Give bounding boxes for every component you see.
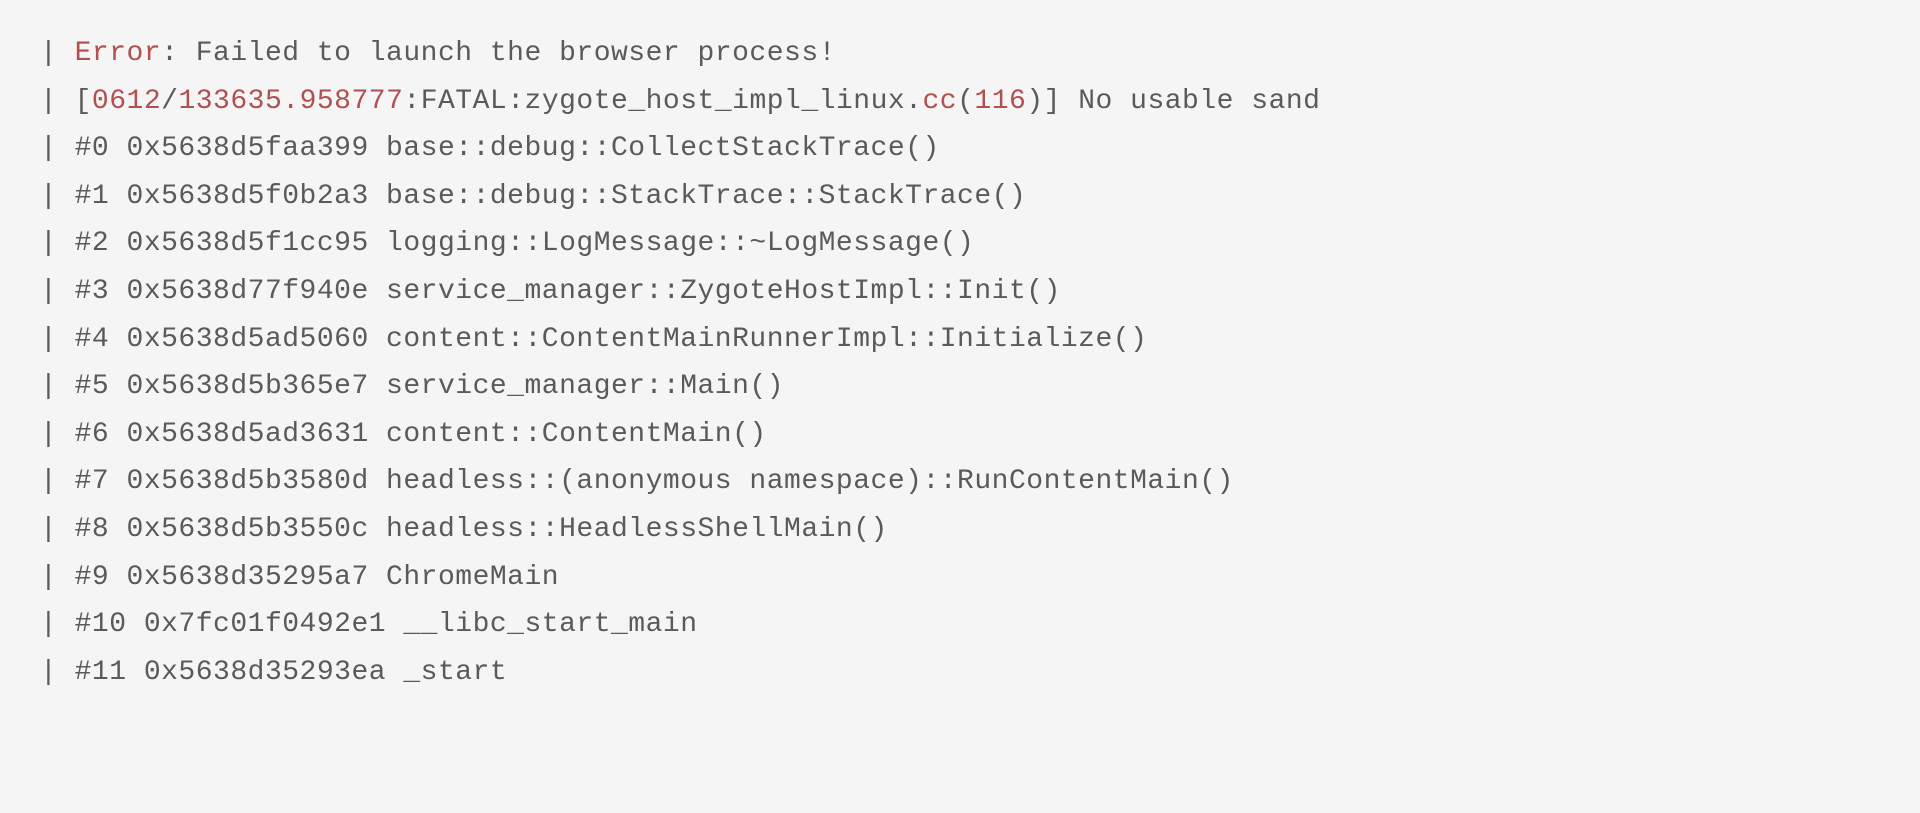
line-prefix: | <box>40 419 75 450</box>
log-line-6: | #4 0x5638d5ad5060 content::ContentMain… <box>40 316 1920 364</box>
log-segment: #6 0x5638d5ad3631 content::ContentMain() <box>75 419 767 450</box>
log-line-10: | #8 0x5638d5b3550c headless::HeadlessSh… <box>40 506 1920 554</box>
line-prefix: | <box>40 38 75 69</box>
log-line-9: | #7 0x5638d5b3580d headless::(anonymous… <box>40 458 1920 506</box>
log-line-0: | Error: Failed to launch the browser pr… <box>40 30 1920 78</box>
log-segment: 0612 <box>92 86 161 117</box>
log-segment: [ <box>75 86 92 117</box>
log-segment: ( <box>957 86 974 117</box>
log-line-3: | #1 0x5638d5f0b2a3 base::debug::StackTr… <box>40 173 1920 221</box>
log-segment: #11 0x5638d35293ea _start <box>75 657 508 688</box>
log-line-4: | #2 0x5638d5f1cc95 logging::LogMessage:… <box>40 220 1920 268</box>
log-segment: #10 0x7fc01f0492e1 __libc_start_main <box>75 609 698 640</box>
log-segment: 133635.958777 <box>178 86 403 117</box>
line-prefix: | <box>40 86 75 117</box>
line-prefix: | <box>40 466 75 497</box>
log-segment: #1 0x5638d5f0b2a3 base::debug::StackTrac… <box>75 181 1027 212</box>
line-prefix: | <box>40 609 75 640</box>
log-line-2: | #0 0x5638d5faa399 base::debug::Collect… <box>40 125 1920 173</box>
line-prefix: | <box>40 181 75 212</box>
log-segment: )] No usable sand <box>1026 86 1320 117</box>
log-segment: #9 0x5638d35295a7 ChromeMain <box>75 562 559 593</box>
log-line-5: | #3 0x5638d77f940e service_manager::Zyg… <box>40 268 1920 316</box>
log-segment: / <box>161 86 178 117</box>
log-segment: #3 0x5638d77f940e service_manager::Zygot… <box>75 276 1061 307</box>
log-segment: #4 0x5638d5ad5060 content::ContentMainRu… <box>75 324 1148 355</box>
log-segment: #5 0x5638d5b365e7 service_manager::Main(… <box>75 371 784 402</box>
line-prefix: | <box>40 514 75 545</box>
log-output: | Error: Failed to launch the browser pr… <box>40 30 1920 696</box>
log-segment: #2 0x5638d5f1cc95 logging::LogMessage::~… <box>75 228 975 259</box>
line-prefix: | <box>40 276 75 307</box>
log-segment: Error <box>75 38 162 69</box>
log-segment: :FATAL:zygote_host_impl_linux. <box>403 86 922 117</box>
log-segment: #8 0x5638d5b3550c headless::HeadlessShel… <box>75 514 888 545</box>
log-line-12: | #10 0x7fc01f0492e1 __libc_start_main <box>40 601 1920 649</box>
log-line-13: | #11 0x5638d35293ea _start <box>40 649 1920 697</box>
log-line-11: | #9 0x5638d35295a7 ChromeMain <box>40 554 1920 602</box>
log-segment: : Failed to launch the browser process! <box>161 38 836 69</box>
line-prefix: | <box>40 228 75 259</box>
line-prefix: | <box>40 133 75 164</box>
log-line-7: | #5 0x5638d5b365e7 service_manager::Mai… <box>40 363 1920 411</box>
line-prefix: | <box>40 371 75 402</box>
line-prefix: | <box>40 562 75 593</box>
log-segment: #7 0x5638d5b3580d headless::(anonymous n… <box>75 466 1234 497</box>
log-line-8: | #6 0x5638d5ad3631 content::ContentMain… <box>40 411 1920 459</box>
log-segment: #0 0x5638d5faa399 base::debug::CollectSt… <box>75 133 940 164</box>
line-prefix: | <box>40 657 75 688</box>
log-segment: 116 <box>974 86 1026 117</box>
log-segment: cc <box>922 86 957 117</box>
line-prefix: | <box>40 324 75 355</box>
log-line-1: | [0612/133635.958777:FATAL:zygote_host_… <box>40 78 1920 126</box>
